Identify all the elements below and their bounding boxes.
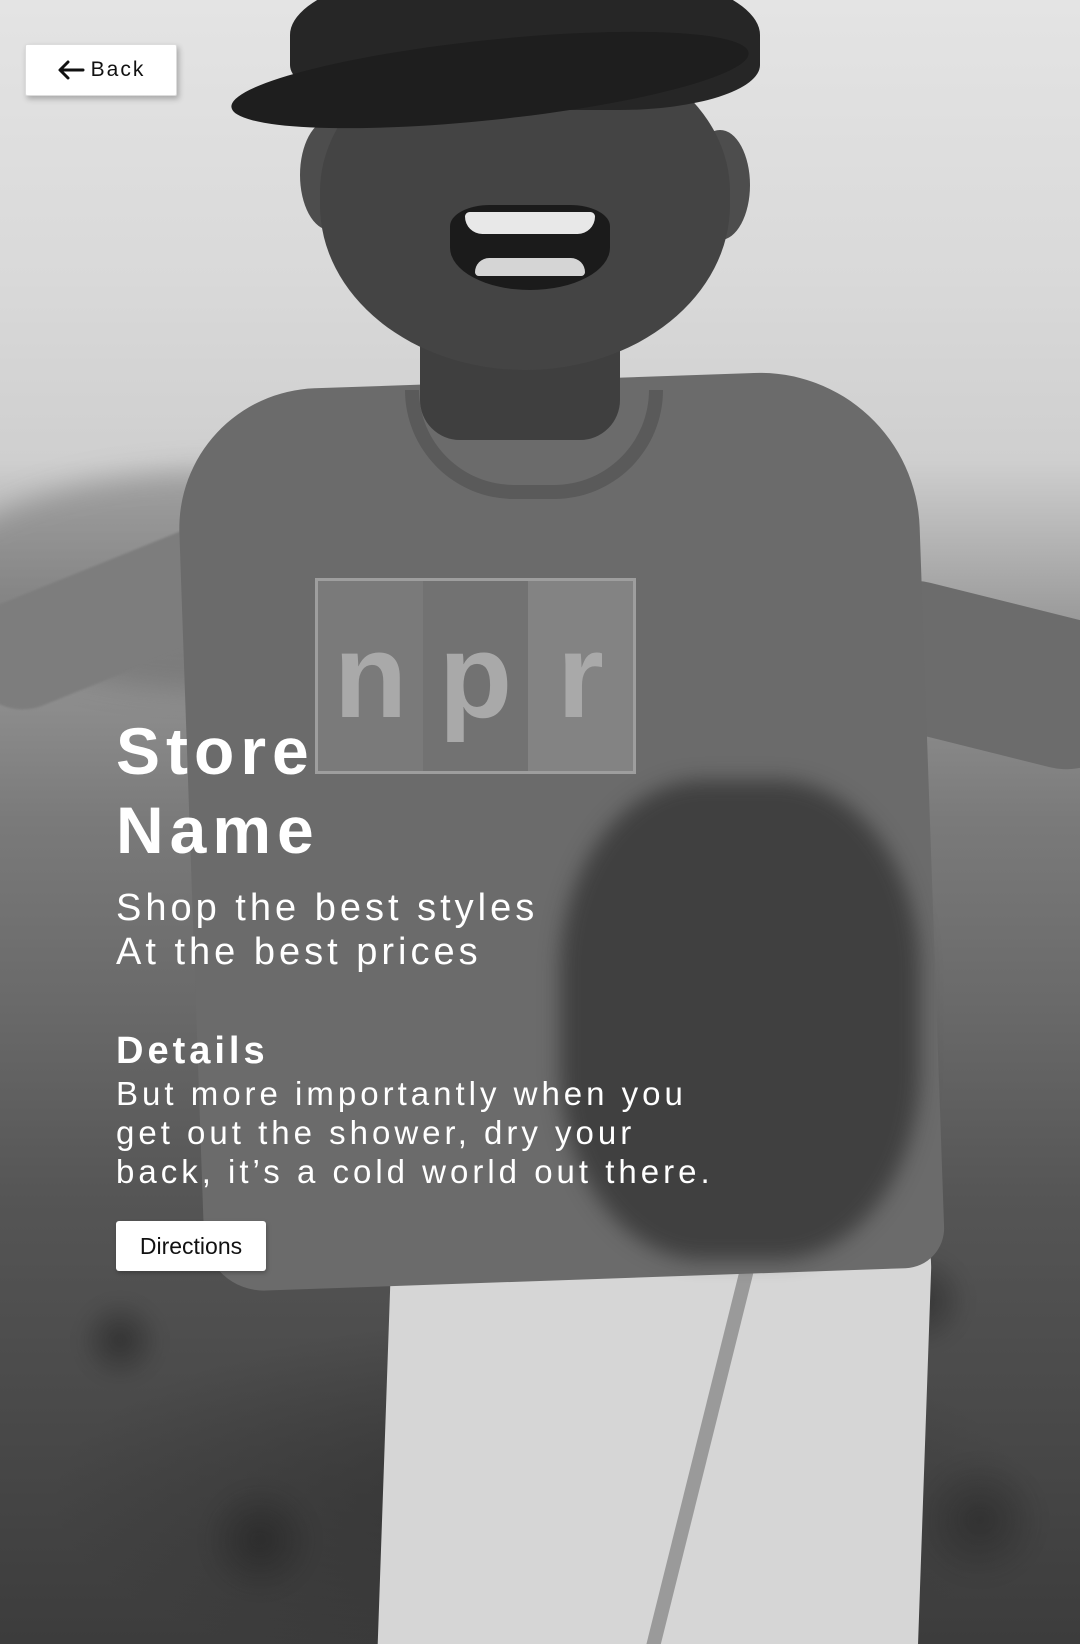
- store-tagline: Shop the best styles At the best prices: [116, 886, 756, 974]
- back-button-label: Back: [90, 58, 146, 81]
- tagline-line: At the best prices: [116, 931, 482, 973]
- tagline-line: Shop the best styles: [116, 887, 539, 929]
- child-teeth-upper: [465, 212, 595, 234]
- back-button[interactable]: Back: [25, 44, 177, 96]
- child-teeth-lower: [475, 258, 585, 276]
- arrow-left-icon: [57, 59, 85, 81]
- store-name-title: Store Name: [116, 714, 320, 867]
- details-text: But more importantly when you get out th…: [116, 1075, 714, 1190]
- details-heading: Details: [116, 1030, 269, 1072]
- store-info: Store Name Shop the best styles At the b…: [116, 712, 756, 1271]
- directions-button[interactable]: Directions: [116, 1221, 266, 1271]
- store-detail-screen: n p r Back Store Name Shop the best styl…: [0, 0, 1080, 1644]
